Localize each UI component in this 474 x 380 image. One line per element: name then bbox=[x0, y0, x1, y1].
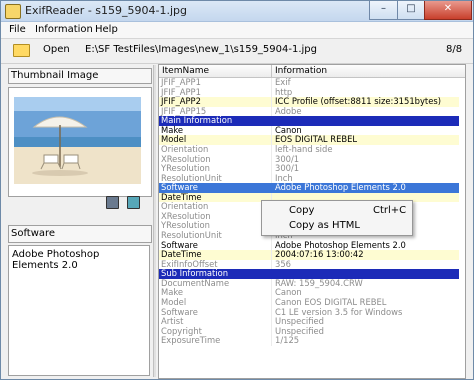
context-menu-copy[interactable]: Copy Ctrl+C bbox=[263, 203, 411, 218]
thumbnail-image bbox=[14, 97, 141, 184]
cell-divider bbox=[271, 144, 272, 155]
section-row[interactable]: Main Information bbox=[159, 116, 459, 126]
menu-file[interactable]: File bbox=[9, 24, 26, 35]
context-menu: Copy Ctrl+C Copy as HTML bbox=[261, 200, 413, 236]
context-copy-html-label: Copy as HTML bbox=[289, 220, 360, 231]
cell-divider bbox=[271, 259, 272, 270]
cell-information: 1/125 bbox=[275, 335, 300, 346]
cell-divider bbox=[271, 288, 272, 298]
pane-splitter[interactable] bbox=[153, 65, 156, 377]
cell-divider bbox=[271, 164, 272, 174]
maximize-button[interactable]: □ bbox=[397, 1, 425, 20]
software-label: Software bbox=[8, 225, 152, 243]
menu-information[interactable]: Information bbox=[35, 24, 93, 35]
cell-divider bbox=[271, 317, 272, 327]
context-menu-copy-html[interactable]: Copy as HTML bbox=[263, 218, 411, 233]
table-row[interactable]: Software Adobe Photoshop Elements 2.0 bbox=[159, 183, 459, 193]
folder-open-icon bbox=[13, 44, 30, 57]
thumbnail-label: Thumbnail Image bbox=[8, 68, 152, 84]
image-counter: 8/8 bbox=[446, 44, 463, 55]
close-button[interactable]: ✕ bbox=[424, 1, 472, 20]
cell-information: 356 bbox=[275, 258, 291, 269]
open-label: Open bbox=[43, 44, 70, 55]
cell-divider bbox=[271, 326, 272, 337]
app-window: ExifReader - s159_5904-1.jpg – □ ✕ File … bbox=[0, 0, 474, 380]
cell-information: Adobe bbox=[275, 105, 302, 116]
menu-bar: File Information Help bbox=[1, 22, 473, 39]
cell-information: Adobe Photoshop Elements 2.0 bbox=[275, 182, 406, 193]
software-box: Adobe Photoshop Elements 2.0 bbox=[8, 245, 150, 376]
column-header-itemname[interactable]: ItemName bbox=[162, 66, 209, 76]
cell-divider bbox=[271, 250, 272, 260]
context-copy-label: Copy bbox=[289, 205, 315, 216]
cell-divider bbox=[271, 154, 272, 165]
cell-divider bbox=[271, 97, 272, 107]
save-icon[interactable] bbox=[106, 196, 119, 209]
cell-divider bbox=[271, 240, 272, 251]
cell-divider bbox=[271, 336, 272, 346]
cell-divider bbox=[271, 135, 272, 145]
cell-divider bbox=[271, 307, 272, 318]
cell-divider bbox=[271, 78, 272, 88]
cell-divider bbox=[271, 87, 272, 98]
context-copy-shortcut: Ctrl+C bbox=[373, 205, 407, 216]
left-pane: Thumbnail Image Software Adobe Photoshop… bbox=[8, 68, 152, 376]
table-row[interactable]: DocumentName RAW: 159_5904.CRW bbox=[159, 278, 459, 289]
window-title: ExifReader - s159_5904-1.jpg bbox=[25, 4, 187, 17]
toolbar: Open E:\SF TestFiles\Images\new_1\s159_5… bbox=[1, 39, 473, 64]
title-bar[interactable]: ExifReader - s159_5904-1.jpg – □ ✕ bbox=[1, 1, 473, 22]
view-image-icon[interactable] bbox=[127, 196, 140, 209]
menu-help[interactable]: Help bbox=[95, 24, 118, 35]
cell-divider bbox=[271, 106, 272, 117]
software-value: Adobe Photoshop Elements 2.0 bbox=[12, 249, 100, 271]
table-row[interactable]: ExposureTime 1/125 bbox=[159, 336, 459, 346]
grid-header: ItemName Information bbox=[159, 65, 465, 78]
cell-itemname: ExposureTime bbox=[161, 335, 221, 346]
cell-divider bbox=[271, 173, 272, 184]
app-icon bbox=[5, 4, 21, 19]
minimize-button[interactable]: – bbox=[369, 1, 398, 20]
column-divider[interactable] bbox=[271, 65, 272, 77]
thumbnail-box bbox=[8, 87, 152, 197]
file-path: E:\SF TestFiles\Images\new_1\s159_5904-1… bbox=[85, 44, 318, 55]
cell-divider bbox=[271, 278, 272, 289]
column-header-information[interactable]: Information bbox=[275, 66, 327, 76]
cell-divider bbox=[271, 297, 272, 308]
open-button[interactable]: Open bbox=[7, 42, 70, 59]
cell-divider bbox=[271, 125, 272, 136]
table-row[interactable]: JFIF_APP1 Exif bbox=[159, 77, 459, 88]
